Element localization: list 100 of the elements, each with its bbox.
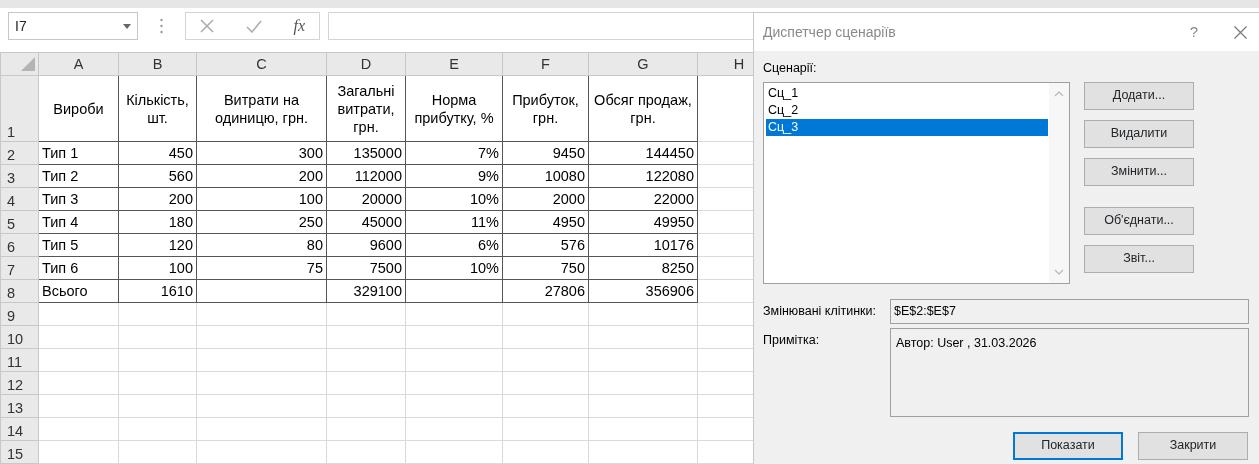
table-cell: 250 <box>298 214 323 230</box>
row-number[interactable]: 6 <box>0 233 39 257</box>
column-header[interactable]: F <box>502 52 589 76</box>
row-number[interactable]: 5 <box>0 210 39 234</box>
table-cell: 49950 <box>653 214 694 230</box>
table-cell: Норма прибутку, % <box>414 91 494 126</box>
table-cell: 6% <box>478 237 499 253</box>
dialog-button[interactable]: Об'єднати... <box>1084 206 1194 235</box>
table-cell: 1610 <box>160 283 193 299</box>
table-cell: 22000 <box>653 191 694 207</box>
dialog-button[interactable]: Додати... <box>1084 81 1194 110</box>
table-cell: 7% <box>478 145 499 161</box>
row-number[interactable]: 4 <box>0 187 39 211</box>
row-number[interactable]: 14 <box>0 417 39 441</box>
table-cell: 9600 <box>369 237 402 253</box>
row-number[interactable]: 10 <box>0 325 39 349</box>
row-number[interactable]: 8 <box>0 279 39 303</box>
list-item[interactable]: Сц_2 <box>766 101 1048 119</box>
table-cell: 9450 <box>552 145 585 161</box>
table-cell: 200 <box>168 191 193 207</box>
table-cell: Прибуток, грн. <box>512 91 579 126</box>
table-cell: Тип 1 <box>42 145 79 161</box>
table-cell: 135000 <box>353 145 402 161</box>
table-cell: 180 <box>168 214 193 230</box>
table-cell: Витрати на одиницю, грн. <box>214 91 308 126</box>
table-cell: 329100 <box>353 283 402 299</box>
table-cell: Тип 5 <box>42 237 79 253</box>
grip-icon <box>160 18 163 34</box>
table-cell: 75 <box>306 260 323 276</box>
table-cell: Тип 2 <box>42 168 79 184</box>
dropdown-caret-icon[interactable] <box>123 23 131 29</box>
table-cell: 10080 <box>544 168 585 184</box>
select-all-icon[interactable] <box>21 57 35 71</box>
dialog-button[interactable]: Показати <box>1013 431 1123 460</box>
table-cell: 11% <box>471 214 499 230</box>
table-cell: 10% <box>469 191 499 207</box>
field-label: Примітка: <box>763 331 821 349</box>
column-header[interactable]: C <box>196 52 327 76</box>
table-cell: 576 <box>560 237 585 253</box>
dialog-button[interactable]: Закрити <box>1138 431 1248 460</box>
scroll-up-icon[interactable] <box>1054 90 1064 97</box>
row-number[interactable]: 1 <box>0 75 39 142</box>
row-number[interactable]: 3 <box>0 164 39 188</box>
list-item[interactable]: Сц_3 <box>766 118 1048 136</box>
table-cell: 7500 <box>369 260 402 276</box>
insert-function-button[interactable]: fx <box>293 14 305 38</box>
row-number[interactable]: 11 <box>0 348 39 372</box>
row-number[interactable]: 12 <box>0 371 39 395</box>
cancel-icon[interactable] <box>200 19 214 33</box>
name-box[interactable]: I7 <box>8 12 138 40</box>
table-cell: 9% <box>478 168 499 184</box>
table-cell: Тип 3 <box>42 191 79 207</box>
table-cell: 27806 <box>544 283 585 299</box>
changing-cells-field[interactable]: $E$2:$E$7 <box>890 298 1249 324</box>
table-cell: Вироби <box>53 100 104 117</box>
dialog-button[interactable]: Видалити <box>1084 119 1194 148</box>
table-cell: 10176 <box>653 237 694 253</box>
table-cell: Обсяг продаж, грн. <box>594 91 692 126</box>
table-cell: 300 <box>298 145 323 161</box>
table-cell: 100 <box>168 260 193 276</box>
table-cell: Всього <box>42 283 88 299</box>
table-cell: Загальні витрати, грн. <box>337 82 395 135</box>
checkmark-icon[interactable] <box>245 19 262 33</box>
table-cell: 20000 <box>361 191 402 207</box>
column-header[interactable]: D <box>326 52 406 76</box>
row-number[interactable]: 7 <box>0 256 39 280</box>
row-number[interactable]: 13 <box>0 394 39 418</box>
column-header[interactable]: E <box>405 52 503 76</box>
table-cell: 356906 <box>645 283 694 299</box>
table-cell: 200 <box>298 168 323 184</box>
table-cell: Тип 4 <box>42 214 79 230</box>
table-cell: 750 <box>560 260 585 276</box>
table-cell: 120 <box>168 237 193 253</box>
list-item[interactable]: Сц_1 <box>766 84 1048 102</box>
column-header[interactable]: A <box>38 52 119 76</box>
help-button[interactable]: ? <box>1189 20 1198 44</box>
table-cell: 2000 <box>552 191 585 207</box>
column-header[interactable]: G <box>588 52 698 76</box>
table-cell: Тип 6 <box>42 260 79 276</box>
table-cell: 560 <box>168 168 193 184</box>
dialog-button[interactable]: Звіт... <box>1084 244 1194 273</box>
row-number[interactable]: 2 <box>0 141 39 165</box>
close-icon[interactable] <box>1234 25 1247 39</box>
name-box-value: I7 <box>15 16 27 36</box>
table-cell: 100 <box>298 191 323 207</box>
table-cell: 45000 <box>361 214 402 230</box>
row-number[interactable]: 15 <box>0 440 39 464</box>
table-cell: 8250 <box>661 260 694 276</box>
table-cell: 144450 <box>645 145 694 161</box>
row-number[interactable]: 9 <box>0 302 39 326</box>
table-cell: 112000 <box>354 168 402 184</box>
comment-field[interactable]: Автор: User , 31.03.2026 <box>890 327 1249 417</box>
table-cell: 122080 <box>645 168 694 184</box>
dialog-button[interactable]: Змінити... <box>1084 157 1194 186</box>
table-cell: 10% <box>469 260 499 276</box>
table-cell: 450 <box>168 145 193 161</box>
scroll-down-icon[interactable] <box>1054 268 1064 275</box>
table-cell: 4950 <box>552 214 585 230</box>
table-cell: 80 <box>306 237 323 253</box>
column-header[interactable]: B <box>118 52 197 76</box>
